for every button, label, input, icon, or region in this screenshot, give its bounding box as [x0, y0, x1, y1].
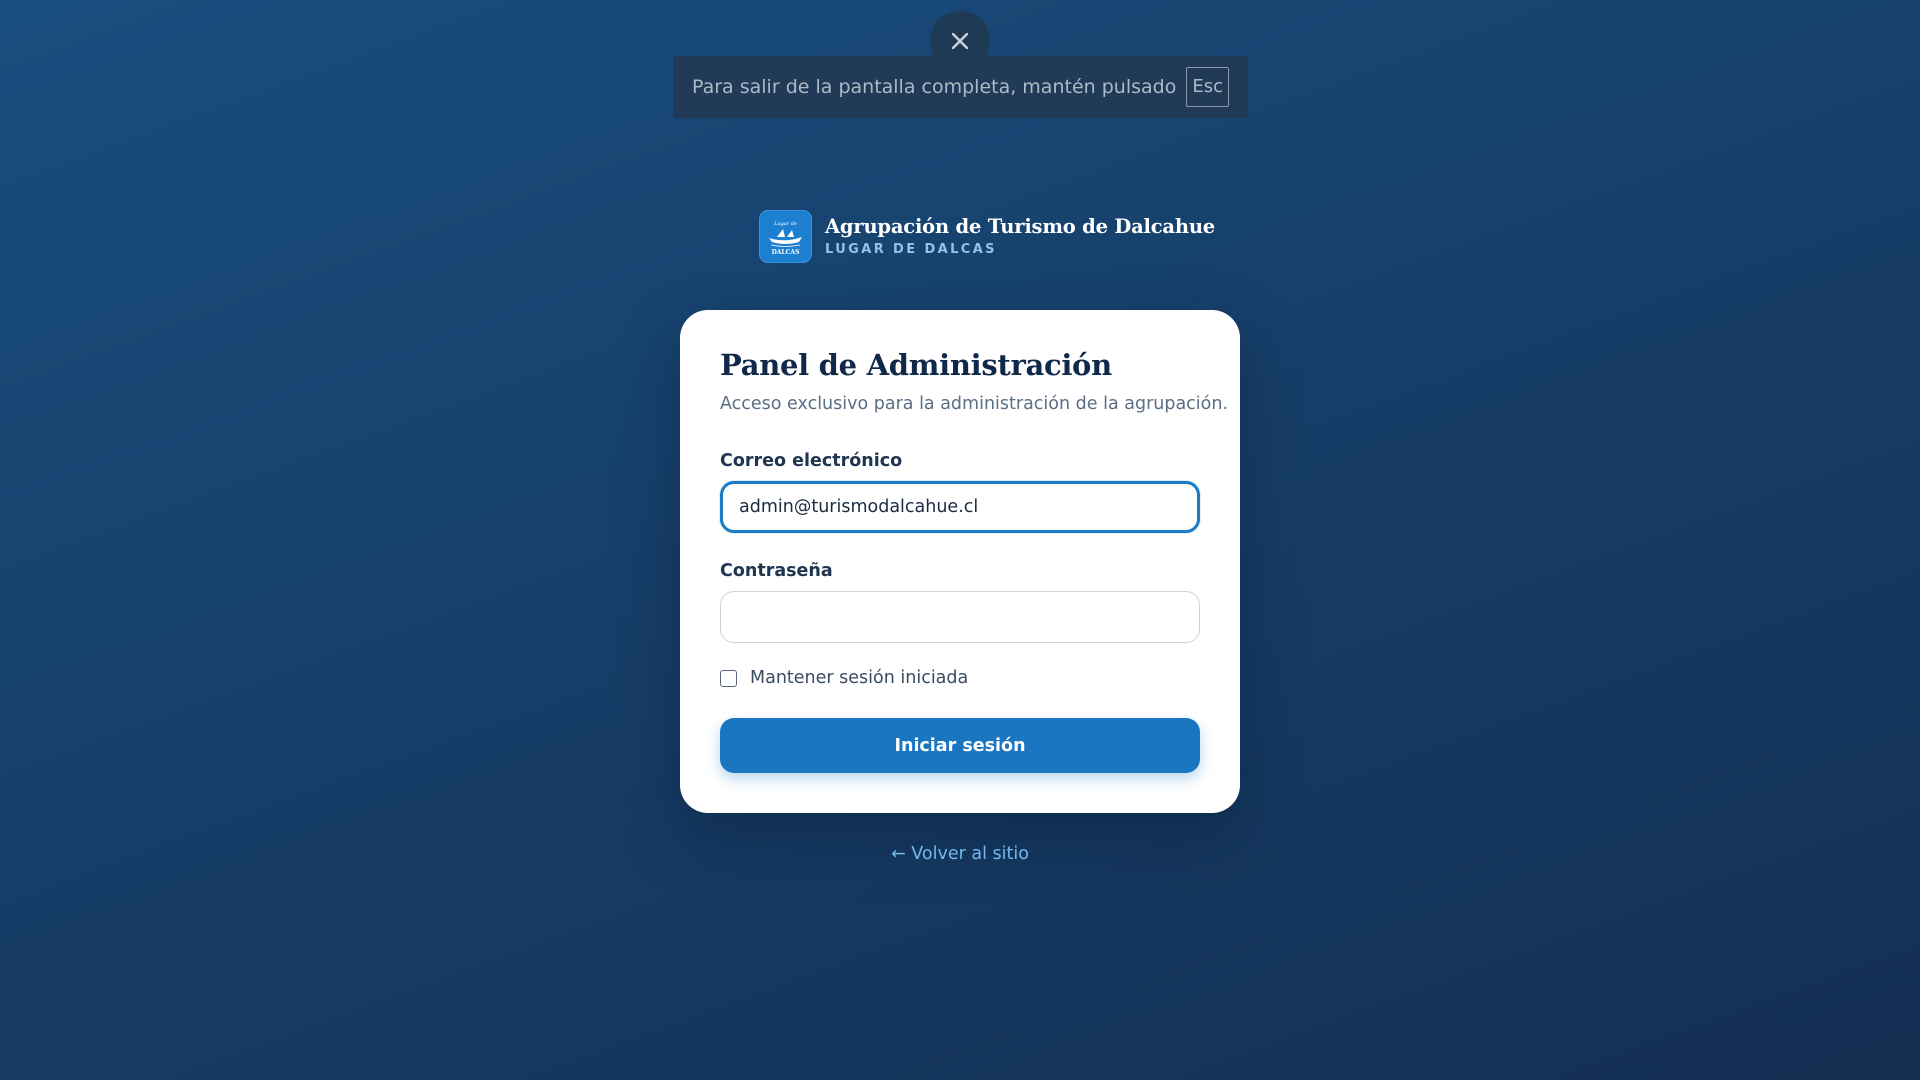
remember-label[interactable]: Mantener sesión iniciada [750, 668, 968, 688]
svg-text:DALCAS: DALCAS [772, 249, 800, 256]
page-description: Acceso exclusivo para la administración … [720, 394, 1229, 414]
fullscreen-notice-key: Esc [1186, 67, 1229, 107]
remember-row[interactable]: Mantener sesión iniciada [720, 668, 968, 688]
brand-header: Lugar de DALCAS Agrupación de Turismo de… [759, 210, 1215, 263]
close-icon [951, 32, 969, 50]
fullscreen-notice-text: Para salir de la pantalla completa, mant… [692, 76, 1177, 98]
page-title: Panel de Administración [720, 348, 1112, 382]
remember-checkbox[interactable] [720, 669, 737, 687]
back-to-site-link[interactable]: ← Volver al sitio [0, 844, 1920, 864]
svg-text:Lugar de: Lugar de [773, 221, 797, 227]
brand-subtitle: LUGAR DE DALCAS [825, 241, 997, 257]
brand-title: Agrupación de Turismo de Dalcahue [825, 214, 1216, 238]
email-field[interactable] [720, 481, 1200, 533]
brand-text: Agrupación de Turismo de Dalcahue LUGAR … [825, 215, 1215, 259]
email-label: Correo electrónico [720, 451, 903, 471]
login-button[interactable]: Iniciar sesión [720, 718, 1200, 773]
fullscreen-close-button[interactable] [930, 11, 990, 71]
password-label: Contraseña [720, 561, 833, 581]
password-field[interactable] [720, 591, 1200, 643]
boat-logo-icon: Lugar de DALCAS [759, 210, 812, 263]
login-card: Panel de Administración Acceso exclusivo… [680, 310, 1240, 813]
